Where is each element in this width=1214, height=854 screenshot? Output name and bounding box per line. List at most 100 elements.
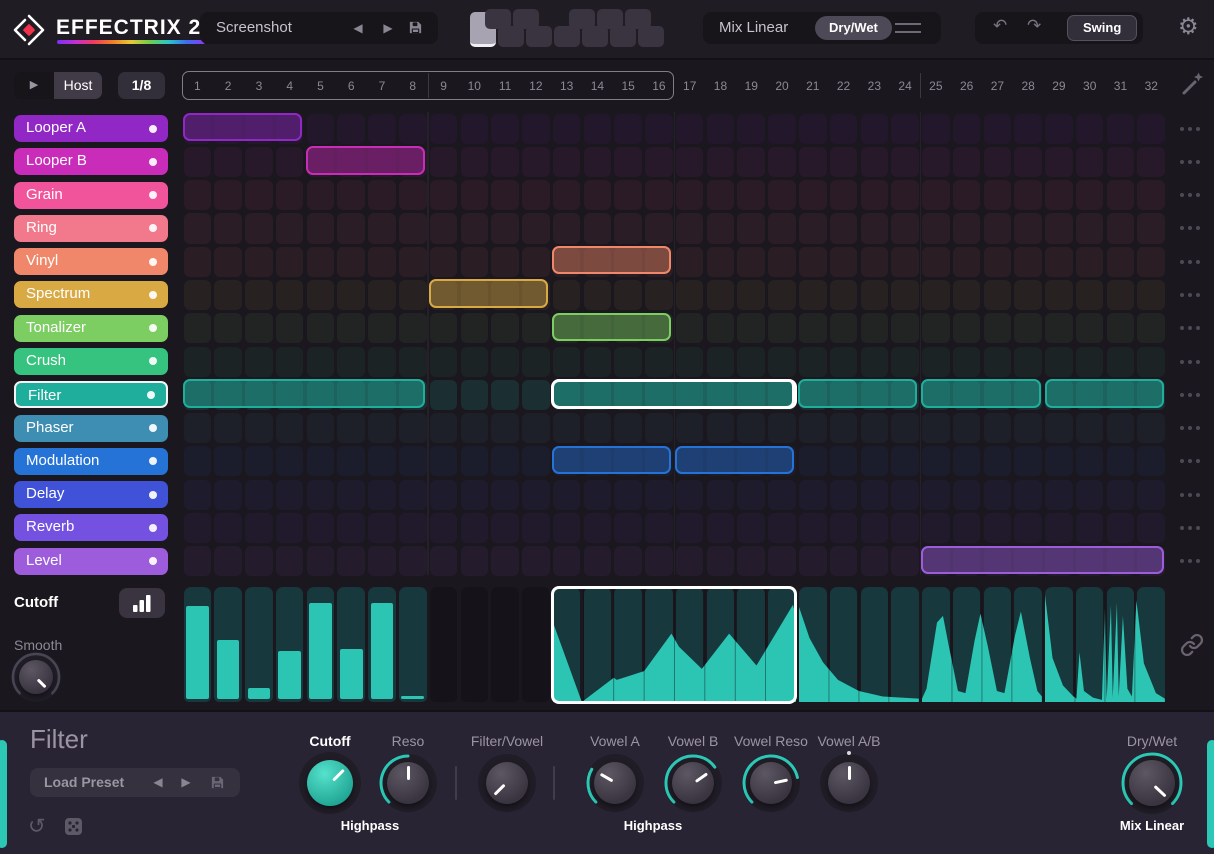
grid-cell[interactable]	[799, 280, 827, 311]
grid-cell[interactable]	[922, 479, 950, 510]
effect-block-modulation[interactable]	[552, 445, 672, 475]
grid-cell[interactable]	[1014, 346, 1042, 377]
grid-cell[interactable]	[799, 546, 827, 577]
knob-cutoff[interactable]	[307, 760, 353, 806]
grid-cell[interactable]	[337, 512, 365, 544]
grid-cell[interactable]	[1014, 313, 1042, 344]
grid-cell[interactable]	[1075, 280, 1104, 311]
grid-cell[interactable]	[552, 280, 581, 311]
grid-cell[interactable]	[368, 246, 396, 277]
row-options-menu[interactable]	[1180, 226, 1200, 231]
grid-cell[interactable]	[368, 479, 396, 510]
grid-cell[interactable]	[614, 146, 642, 177]
automation-step[interactable]	[306, 587, 335, 702]
grid-cell[interactable]	[1014, 146, 1042, 177]
grid-cell[interactable]	[768, 213, 796, 244]
grid-cell[interactable]	[522, 379, 550, 410]
track-enable-dot[interactable]	[149, 490, 157, 499]
grid-cell[interactable]	[398, 413, 427, 444]
grid-cell[interactable]	[460, 113, 489, 144]
grid-cell[interactable]	[460, 213, 489, 244]
grid-cell[interactable]	[922, 113, 950, 144]
grid-cell[interactable]	[275, 479, 304, 510]
grid-cell[interactable]	[368, 180, 396, 211]
grid-cell[interactable]	[706, 546, 735, 577]
track-enable-dot[interactable]	[149, 457, 157, 466]
grid-cell[interactable]	[214, 512, 242, 544]
grid-cell[interactable]	[491, 546, 519, 577]
grid-cell[interactable]	[460, 413, 489, 444]
track-enable-dot[interactable]	[149, 557, 157, 566]
row-options-menu[interactable]	[1180, 526, 1200, 530]
grid-cell[interactable]	[337, 413, 365, 444]
grid-cell[interactable]	[583, 180, 612, 211]
grid-cell[interactable]	[398, 446, 427, 477]
grid-cell[interactable]	[614, 546, 642, 577]
grid-cell[interactable]	[1045, 479, 1073, 510]
selected-region-border[interactable]	[551, 585, 798, 704]
grid-cell[interactable]	[491, 446, 519, 477]
grid-cell[interactable]	[1014, 213, 1042, 244]
redo-icon[interactable]: ↷	[1027, 16, 1041, 36]
grid-cell[interactable]	[522, 546, 550, 577]
grid-cell[interactable]	[245, 146, 273, 177]
automation-curve[interactable]	[922, 587, 1042, 702]
grid-cell[interactable]	[829, 346, 858, 377]
track-ring[interactable]: Ring	[14, 214, 168, 242]
grid-cell[interactable]	[1075, 180, 1104, 211]
grid-cell[interactable]	[337, 180, 365, 211]
preset-save-icon[interactable]	[408, 20, 423, 35]
grid-cell[interactable]	[429, 379, 458, 410]
grid-cell[interactable]	[799, 213, 827, 244]
grid-cell[interactable]	[645, 213, 673, 244]
grid-cell[interactable]	[1014, 246, 1042, 277]
grid-cell[interactable]	[522, 213, 550, 244]
grid-cell[interactable]	[522, 146, 550, 177]
grid-cell[interactable]	[799, 180, 827, 211]
grid-cell[interactable]	[829, 313, 858, 344]
effect-block-spectrum[interactable]	[429, 279, 549, 308]
grid-cell[interactable]	[952, 113, 981, 144]
grid-cell[interactable]	[522, 512, 550, 544]
grid-cell[interactable]	[1045, 446, 1073, 477]
grid-cell[interactable]	[460, 479, 489, 510]
grid-cell[interactable]	[583, 346, 612, 377]
row-options-menu[interactable]	[1180, 426, 1200, 431]
grid-cell[interactable]	[398, 113, 427, 144]
grid-cell[interactable]	[675, 246, 704, 277]
effect-block-level[interactable]	[921, 545, 1164, 574]
grid-cell[interactable]	[491, 346, 519, 377]
knob-vowel-reso[interactable]	[750, 762, 792, 804]
grid-cell[interactable]	[768, 313, 796, 344]
grid-cell[interactable]	[429, 246, 458, 277]
row-options-menu[interactable]	[1180, 359, 1200, 364]
grid-cell[interactable]	[398, 546, 427, 577]
grid-cell[interactable]	[183, 146, 212, 177]
grid-cell[interactable]	[583, 413, 612, 444]
grid-cell[interactable]	[829, 413, 858, 444]
effect-block-vinyl[interactable]	[552, 246, 672, 275]
pattern-key-9[interactable]	[513, 9, 539, 29]
grid-cell[interactable]	[183, 246, 212, 277]
grid-cell[interactable]	[491, 180, 519, 211]
grid-cell[interactable]	[1137, 280, 1166, 311]
grid-cell[interactable]	[1106, 280, 1135, 311]
automation-step[interactable]	[522, 587, 550, 702]
grid-cell[interactable]	[829, 113, 858, 144]
grid-cell[interactable]	[183, 413, 212, 444]
grid-cell[interactable]	[706, 346, 735, 377]
grid-cell[interactable]	[368, 413, 396, 444]
grid-cell[interactable]	[1137, 446, 1166, 477]
grid-cell[interactable]	[1045, 280, 1073, 311]
grid-cell[interactable]	[1075, 246, 1104, 277]
grid-cell[interactable]	[799, 113, 827, 144]
grid-cell[interactable]	[552, 546, 581, 577]
grid-cell[interactable]	[491, 512, 519, 544]
grid-cell[interactable]	[306, 180, 335, 211]
grid-cell[interactable]	[983, 113, 1012, 144]
grid-cell[interactable]	[306, 413, 335, 444]
grid-cell[interactable]	[214, 346, 242, 377]
grid-cell[interactable]	[1014, 180, 1042, 211]
grid-cell[interactable]	[460, 346, 489, 377]
grid-cell[interactable]	[522, 113, 550, 144]
